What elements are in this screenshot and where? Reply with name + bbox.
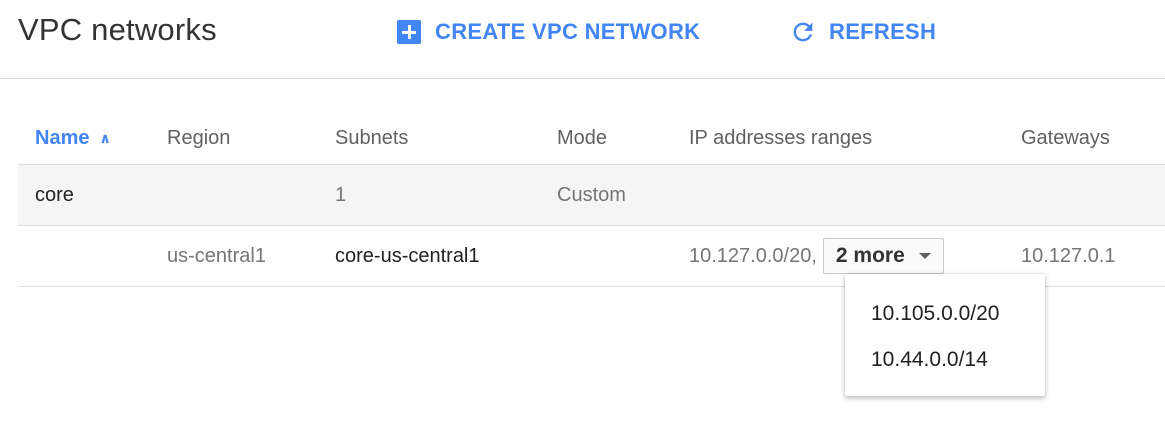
network-name-link[interactable]: core [35,165,74,225]
ip-range-menu-item[interactable]: 10.44.0.0/14 [871,348,988,372]
network-mode: Custom [557,183,626,206]
table-row-network[interactable]: core 1 Custom [18,165,1165,226]
page-header: VPC networks CREATE VPC NETWORK REFRESH [0,0,1165,79]
create-vpc-network-button[interactable]: CREATE VPC NETWORK [397,16,700,48]
refresh-label: REFRESH [829,19,937,44]
network-subnet-count: 1 [335,183,347,206]
page-title: VPC networks [18,12,217,47]
chevron-down-icon [918,253,931,259]
ip-ranges-more-dropdown[interactable]: 2 more [822,238,944,274]
sort-ascending-icon: ∧ [99,129,111,146]
ip-range-menu-item[interactable]: 10.105.0.0/20 [871,302,999,326]
column-header-name-label: Name [35,126,90,149]
table-header-row: Name ∧ Region Subnets Mode IP addresses … [18,112,1165,165]
create-vpc-network-label: CREATE VPC NETWORK [435,19,701,44]
column-header-ip-ranges[interactable]: IP addresses ranges [689,112,872,164]
column-header-gateways[interactable]: Gateways [1021,112,1110,164]
ip-ranges-dropdown-menu: 10.105.0.0/20 10.44.0.0/14 [845,274,1045,396]
vpc-networks-table: Name ∧ Region Subnets Mode IP addresses … [18,112,1165,287]
column-header-subnets[interactable]: Subnets [335,112,408,164]
add-box-icon [397,20,421,44]
vpc-networks-page: VPC networks CREATE VPC NETWORK REFRESH … [0,0,1165,432]
subnet-name-link[interactable]: core-us-central1 [335,226,480,286]
subnet-region: us-central1 [167,244,266,267]
column-header-region[interactable]: Region [167,112,230,164]
ip-ranges-more-label: 2 more [835,244,905,267]
column-header-name[interactable]: Name ∧ [35,112,111,164]
refresh-icon [793,22,813,42]
refresh-button[interactable]: REFRESH [789,16,936,48]
column-header-mode[interactable]: Mode [557,112,607,164]
subnet-primary-ip-range: 10.127.0.0/20, [689,244,817,267]
